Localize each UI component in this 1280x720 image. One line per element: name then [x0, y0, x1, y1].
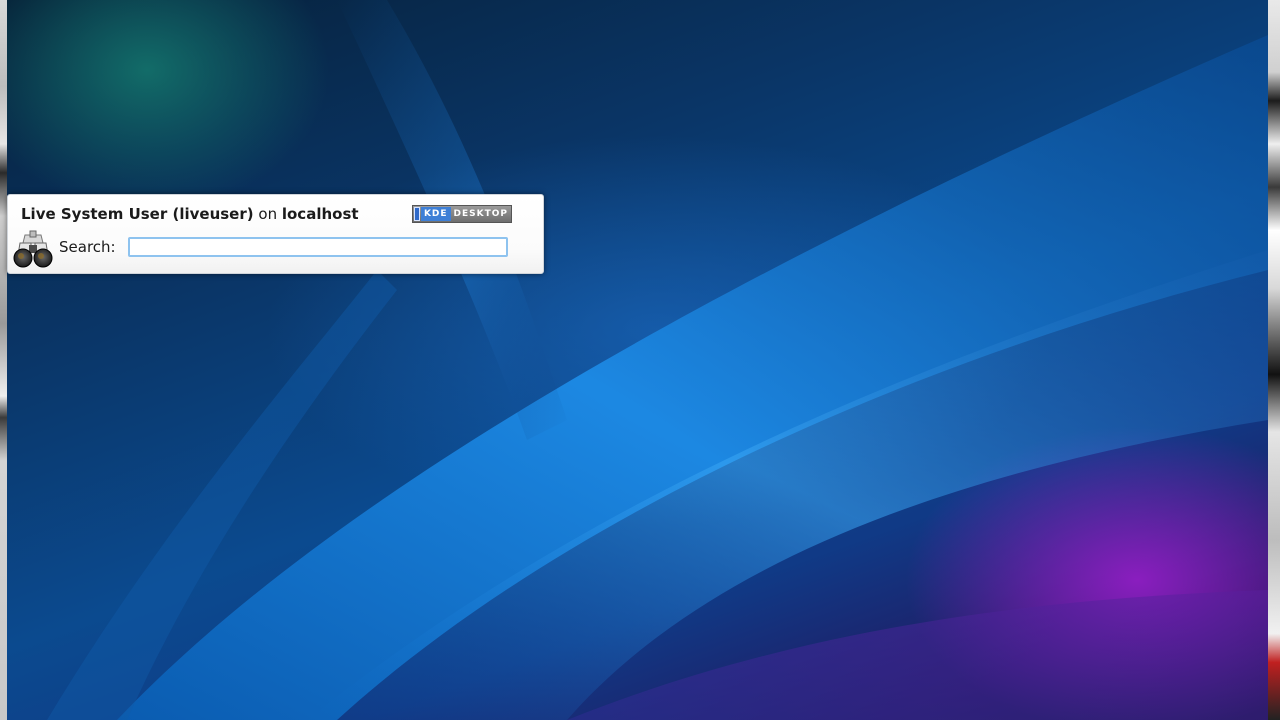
kde-badge-desktop: DESKTOP	[453, 209, 508, 219]
session-info: Live System User (liveuser) on localhost	[21, 205, 359, 223]
host-name: localhost	[281, 205, 359, 223]
screen: Live System User (liveuser) on localhost…	[0, 0, 1280, 720]
wallpaper-waves	[47, 0, 1268, 720]
krunner-dialog: Live System User (liveuser) on localhost…	[7, 194, 544, 274]
kde-desktop-badge: KDE DESKTOP	[412, 205, 512, 223]
binoculars-icon	[12, 229, 54, 269]
search-label: Search:	[59, 238, 116, 256]
kde-badge-kde: KDE	[420, 207, 451, 221]
left-edge-strip	[0, 0, 7, 720]
kde-logo-icon	[414, 207, 420, 221]
desktop-wallpaper[interactable]	[7, 0, 1268, 720]
search-input[interactable]	[128, 237, 508, 257]
on-word: on	[258, 205, 278, 223]
right-edge-strip	[1268, 0, 1280, 720]
user-name: Live System User (liveuser)	[21, 205, 254, 223]
